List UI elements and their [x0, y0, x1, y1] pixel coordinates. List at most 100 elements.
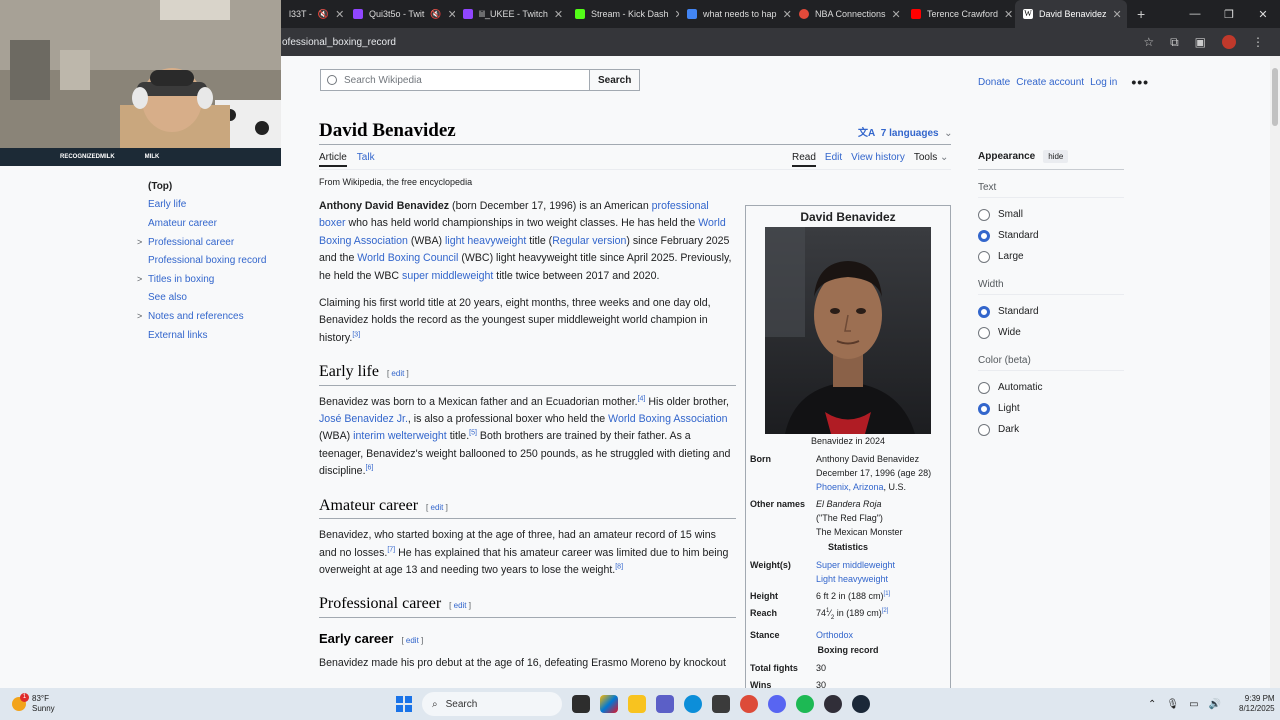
maximize-icon[interactable]: ❐ [1212, 0, 1246, 28]
radio-button-selected[interactable] [978, 402, 990, 415]
search-button[interactable]: Search [590, 69, 641, 91]
toc-item-early-life[interactable]: Early life [148, 196, 266, 215]
browser-tab[interactable]: l33T - 🔇 ✕ [281, 0, 345, 28]
tab-edit[interactable]: Edit [825, 152, 842, 167]
browser-tab-active[interactable]: W David Benavidez ✕ [1015, 0, 1127, 28]
edit-section-link[interactable]: [ edit ] [449, 601, 471, 610]
microphone-icon[interactable]: 🎙 [1166, 699, 1179, 710]
radio-color-automatic[interactable]: Automatic [978, 377, 1124, 398]
radio-button-selected[interactable] [978, 305, 990, 318]
search-input[interactable]: Search Wikipedia [320, 69, 590, 91]
close-tab-icon[interactable]: ✕ [442, 8, 455, 21]
create-account-link[interactable]: Create account [1016, 77, 1084, 88]
tab-read[interactable]: Read [792, 152, 816, 167]
citation-link[interactable]: [3] [352, 331, 360, 338]
task-view-icon[interactable] [572, 695, 590, 713]
edge-icon[interactable] [684, 695, 702, 713]
steam-icon[interactable] [852, 695, 870, 713]
edit-section-link[interactable]: [ edit ] [387, 369, 409, 378]
close-tab-icon[interactable]: ✕ [998, 8, 1013, 21]
citation-link[interactable]: [6] [366, 465, 374, 472]
radio-button[interactable] [978, 381, 990, 394]
close-tab-icon[interactable]: ✕ [886, 8, 901, 21]
more-options-icon[interactable]: ••• [1131, 74, 1149, 90]
chevron-right-icon[interactable]: > [137, 274, 142, 284]
close-tab-icon[interactable]: ✕ [777, 8, 791, 21]
citation-link[interactable]: [5] [469, 430, 477, 437]
radio-width-standard[interactable]: Standard [978, 301, 1124, 322]
minimize-icon[interactable]: — [1178, 0, 1212, 28]
toc-item-amateur-career[interactable]: Amateur career [148, 214, 266, 233]
muted-speaker-icon[interactable]: 🔇 [430, 9, 441, 20]
muted-speaker-icon[interactable]: 🔇 [318, 9, 329, 20]
hide-button[interactable]: hide [1043, 150, 1069, 163]
close-window-icon[interactable]: ✕ [1246, 0, 1280, 28]
file-explorer-icon[interactable] [628, 695, 646, 713]
radio-button[interactable] [978, 208, 990, 221]
chrome-icon[interactable] [740, 695, 758, 713]
radio-button[interactable] [978, 250, 990, 263]
link-interim-welterweight[interactable]: interim welterweight [353, 430, 447, 442]
taskbar-search[interactable]: ⌕ Search [422, 692, 562, 716]
close-tab-icon[interactable]: ✕ [548, 8, 563, 21]
tab-talk[interactable]: Talk [357, 152, 375, 167]
weather-widget[interactable]: 1 83°F Sunny [12, 693, 55, 714]
portrait-photo[interactable] [765, 227, 931, 434]
link-super-middleweight[interactable]: Super middleweight [816, 560, 895, 570]
link-world-boxing-council[interactable]: World Boxing Council [357, 252, 458, 264]
radio-text-standard[interactable]: Standard [978, 225, 1124, 246]
browser-tab[interactable]: Terence Crawford ✕ [903, 0, 1015, 28]
store-icon[interactable] [712, 695, 730, 713]
tab-view-history[interactable]: View history [851, 152, 905, 167]
citation-link[interactable]: [1] [884, 591, 891, 597]
toc-item-professional-career[interactable]: > Professional career [137, 233, 266, 252]
link-orthodox[interactable]: Orthodox [816, 630, 853, 640]
chevron-up-icon[interactable]: ⌃ [1148, 699, 1156, 710]
browser-tab[interactable]: Stream - Kick Dash ✕ [567, 0, 679, 28]
link-jose-benavidez[interactable]: José Benavidez Jr. [319, 413, 408, 425]
radio-text-large[interactable]: Large [978, 246, 1124, 267]
chevron-right-icon[interactable]: > [137, 237, 142, 247]
radio-color-dark[interactable]: Dark [978, 419, 1124, 440]
browser-tab[interactable]: Qui3t5o - Twit 🔇 ✕ [345, 0, 455, 28]
toc-item-external-links[interactable]: External links [148, 326, 266, 345]
log-in-link[interactable]: Log in [1090, 77, 1117, 88]
copilot-icon[interactable] [600, 695, 618, 713]
display-icon[interactable]: ▭ [1189, 699, 1198, 710]
radio-button[interactable] [978, 326, 990, 339]
side-panel-icon[interactable]: ▣ [1195, 35, 1206, 49]
clock[interactable]: 9:39 PM 8/12/2025 [1239, 694, 1275, 714]
browser-tab[interactable]: NBA Connections ✕ [791, 0, 903, 28]
toc-item-see-also[interactable]: See also [148, 289, 266, 308]
discord-icon[interactable] [768, 695, 786, 713]
windows-start-icon[interactable] [396, 696, 412, 712]
tools-menu[interactable]: Tools ⌄ [914, 152, 949, 167]
obs-icon[interactable] [824, 695, 842, 713]
scrollbar-thumb[interactable] [1272, 68, 1278, 126]
edit-section-link[interactable]: [ edit ] [401, 636, 423, 645]
edit-section-link[interactable]: [ edit ] [426, 503, 448, 512]
browser-tab[interactable]: lil_UKEE - Twitch ✕ [455, 0, 567, 28]
link-light-heavyweight[interactable]: Light heavyweight [816, 574, 888, 584]
toc-item-professional-boxing-record[interactable]: Professional boxing record [148, 251, 266, 270]
link-world-boxing-association[interactable]: World Boxing Association [608, 413, 727, 425]
citation-link[interactable]: [8] [615, 563, 623, 570]
radio-width-wide[interactable]: Wide [978, 322, 1124, 343]
languages-button[interactable]: 文A 7 languages ⌄ [858, 124, 953, 139]
donate-link[interactable]: Donate [978, 77, 1010, 88]
chevron-right-icon[interactable]: > [137, 311, 142, 321]
new-tab-button[interactable]: + [1127, 0, 1155, 28]
teams-icon[interactable] [656, 695, 674, 713]
extensions-icon[interactable]: ⧉ [1170, 35, 1179, 50]
link-super-middleweight[interactable]: super middleweight [402, 270, 493, 282]
radio-button[interactable] [978, 423, 990, 436]
link-light-heavyweight[interactable]: light heavyweight [445, 235, 526, 247]
radio-color-light[interactable]: Light [978, 398, 1124, 419]
close-tab-icon[interactable]: ✕ [669, 8, 679, 21]
toc-item-top[interactable]: (Top) [148, 177, 266, 196]
spotify-icon[interactable] [796, 695, 814, 713]
link-phoenix-arizona[interactable]: Phoenix, Arizona [816, 482, 884, 492]
speaker-icon[interactable]: 🔊 [1209, 699, 1221, 710]
bookmark-star-icon[interactable]: ☆ [1143, 35, 1154, 49]
profile-avatar[interactable] [1222, 35, 1236, 49]
